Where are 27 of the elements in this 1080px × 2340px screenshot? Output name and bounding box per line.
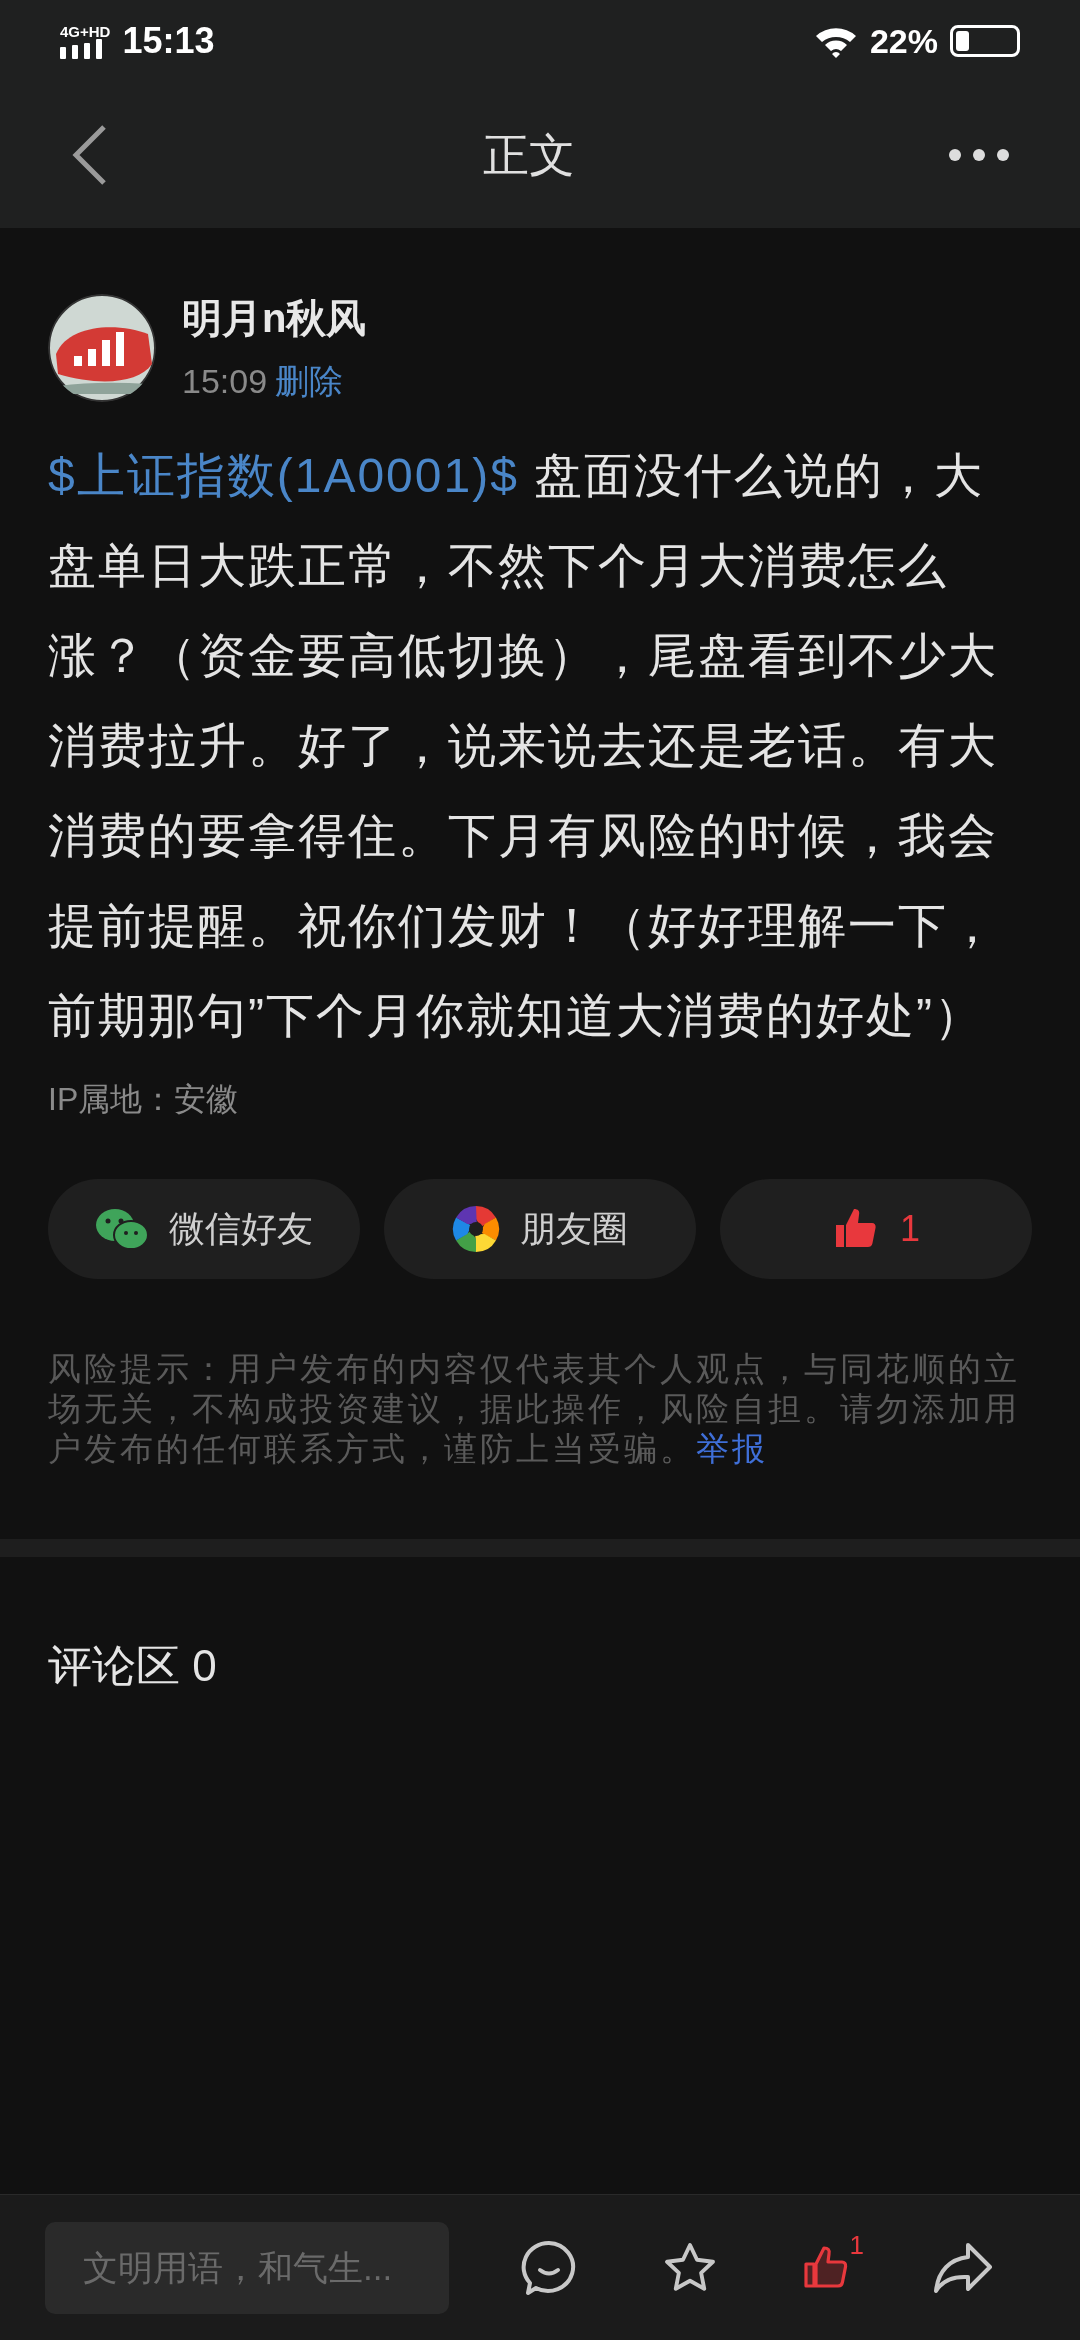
aperture-icon xyxy=(452,1205,500,1253)
chat-bubbles-icon xyxy=(95,1207,149,1251)
network-label: 4G+HD xyxy=(60,23,111,39)
author-name[interactable]: 明月n秋风 xyxy=(182,288,367,348)
ip-location: IP属地：安徽 xyxy=(47,1080,240,1119)
post-time: 15:09 xyxy=(182,361,268,402)
risk-notice: 风险提示：用户发布的内容仅代表其个人观点，与同花顺的立场无关，不构成投资建议，据此操作，风险自担。请勿添加用户发布的任何联系方式，谨防上当受骗。举报 xyxy=(47,1349,1021,1469)
like-count: 1 xyxy=(849,2228,864,2262)
battery-icon xyxy=(950,25,1020,57)
like-button[interactable]: 1 xyxy=(720,1179,1032,1279)
comment-field[interactable]: 文明用语，和气生... xyxy=(45,2221,449,2314)
report-link[interactable]: 举报 xyxy=(696,1430,768,1467)
post-text: $上证指数(1A0001)$ 盘面没什么说的，大盘单日大跌正常，不然下个月大消费怎么涨？（资金要高低切换），尾盘看到不少大消费拉升。好了，说来说去还是老话。有大消费的要拿得住。下月有风险的时候，我会提前提醒。祝你们发财！（好好理解一下，前期那句”下个月你就知道大消费的好处”） xyxy=(47,448,999,1044)
clock: 15:13 xyxy=(122,19,215,63)
share-button[interactable]: 微信好友 xyxy=(48,1179,360,1279)
stock-link[interactable]: $上证指数(1A0001)$ xyxy=(48,449,519,502)
comment-icon[interactable] xyxy=(520,2239,578,2296)
page-title: 正文 xyxy=(483,127,575,183)
share-icon[interactable] xyxy=(932,2240,994,2295)
comments-title: 评论区 0 xyxy=(47,1640,218,1692)
like-count: 1 xyxy=(900,1207,920,1251)
more-icon[interactable] xyxy=(948,148,1010,162)
delete-link[interactable]: 删除 xyxy=(275,356,344,407)
share-button[interactable]: 朋友圈 xyxy=(384,1179,696,1279)
share-label: 朋友圈 xyxy=(520,1207,628,1251)
share-label: 微信好友 xyxy=(169,1207,313,1251)
battery-percent: 22% xyxy=(869,20,938,62)
